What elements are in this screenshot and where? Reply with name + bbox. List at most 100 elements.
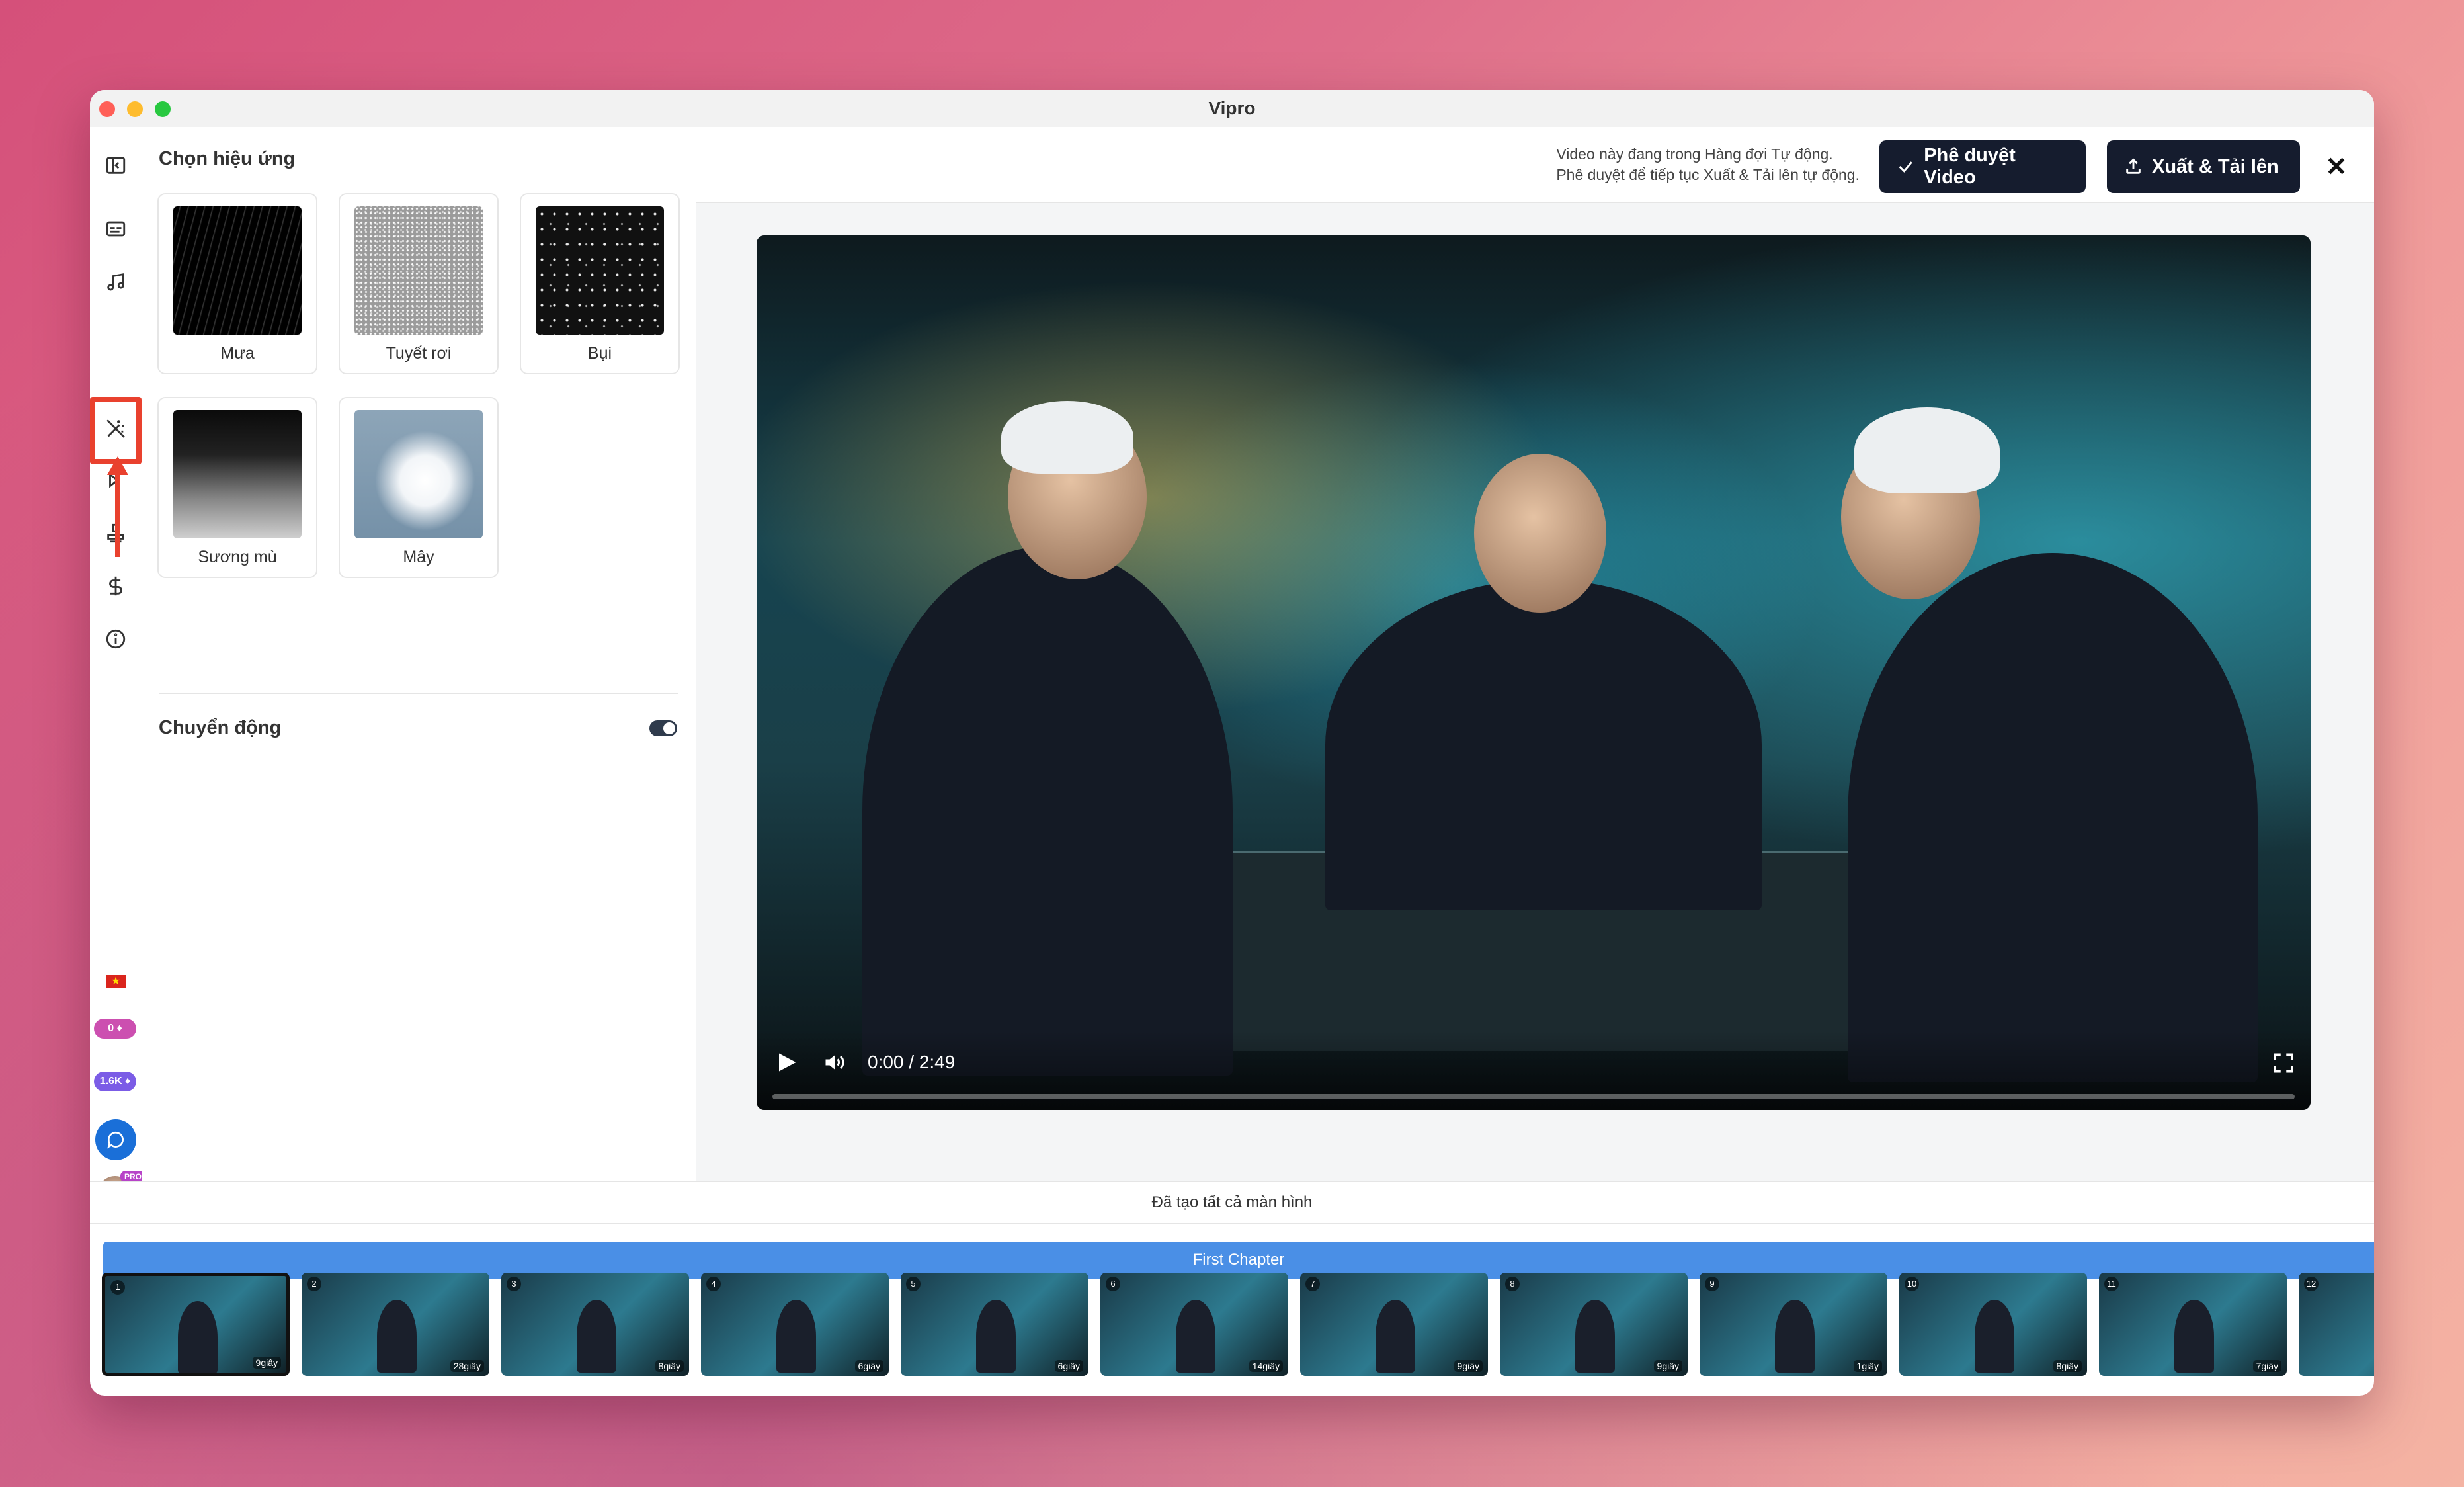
scene-number: 9 [1705,1277,1719,1291]
dollar-icon[interactable] [103,573,129,599]
gems-counter[interactable]: 0 ♦ [94,1019,136,1039]
video-head-center [1474,454,1606,613]
scene-duration: 28giây [450,1360,484,1372]
scene-figure [376,1299,417,1373]
scene-duration: 6giây [1054,1360,1083,1372]
annotation-arrow [115,466,120,557]
scene-figure [177,1300,218,1373]
scene-thumbnail[interactable]: 7 9giây [1300,1273,1488,1376]
scene-thumbnail[interactable]: 6 14giây [1100,1273,1288,1376]
scene-duration: 9giây [1653,1360,1682,1372]
scene-duration: 7giây [2252,1360,2281,1372]
scene-figure [576,1299,616,1373]
effect-card-cloud[interactable]: Mây [339,397,499,578]
scene-thumbnails: 1 9giây 2 28giây 3 8giây 4 6giây 5 6giây 6 14giây 7 9… [98,1269,2374,1381]
volume-icon[interactable] [821,1050,848,1074]
top-action-bar: Video này đang trong Hàng đợi Tự động. P… [696,127,2374,203]
panel-divider [159,693,678,694]
video-person-right [1848,553,2258,1082]
gems-count: 0 [108,1023,114,1034]
scene-duration: 8giây [2053,1360,2082,1372]
video-person-center [1325,579,1762,910]
scene-number: 12 [2304,1277,2319,1291]
scene-thumbnail[interactable]: 2 28giây [302,1273,489,1376]
scene-duration: 9giây [252,1357,281,1369]
effect-card-snow[interactable]: Tuyết rơi [339,193,499,374]
effect-card-dust[interactable]: Bụi [520,193,680,374]
effects-panel-title: Chọn hiệu ứng [159,148,296,169]
scene-duration: 9giây [1454,1360,1483,1372]
check-icon [1899,161,1912,173]
icon-rail: ★ 0 ♦ 1.6K ♦ PRO [90,127,146,1211]
credit-icon: ♦ [122,1076,131,1087]
scene-thumbnail[interactable]: 4 6giây [701,1273,889,1376]
rain-preview [173,206,302,335]
collapse-sidebar-icon[interactable] [103,152,129,179]
video-player[interactable]: 0:00 / 2:49 [757,235,2311,1110]
approve-video-button[interactable]: Phê duyệt Video [1879,140,2086,193]
effect-card-rain[interactable]: Mưa [157,193,317,374]
scene-number: 3 [507,1277,521,1291]
video-frame [757,235,2311,1110]
video-hair-right [1854,407,2000,493]
language-flag-icon[interactable]: ★ [106,975,126,988]
effect-label: Mây [403,548,434,566]
subtitles-icon[interactable] [103,216,129,242]
credits-count: 1.6K [99,1076,122,1087]
upload-icon [2126,158,2141,174]
scene-duration: 6giây [854,1360,883,1372]
window-title: Vipro [1208,98,1256,118]
scene-number: 5 [906,1277,921,1291]
scene-figure [1774,1299,1815,1373]
scene-thumbnail[interactable]: 1 9giây [102,1273,290,1376]
export-upload-button[interactable]: Xuất & Tải lên [2107,140,2300,193]
snow-preview [354,206,483,335]
scene-number: 2 [307,1277,321,1291]
close-icon[interactable] [2320,149,2353,183]
queue-notice: Video này đang trong Hàng đợi Tự động. P… [1556,144,1860,185]
scene-figure [1575,1299,1615,1373]
gem-icon: ♦ [114,1023,122,1034]
scene-number: 11 [2104,1277,2119,1291]
scene-thumbnail[interactable]: 10 8giây [1899,1273,2087,1376]
effect-label: Sương mù [198,548,277,566]
scene-thumbnail[interactable]: 5 6giây [901,1273,1088,1376]
player-controls: 0:00 / 2:49 [757,1031,2311,1110]
fullscreen-icon[interactable] [2272,1052,2295,1074]
music-icon[interactable] [103,269,129,295]
motion-toggle[interactable] [649,720,677,736]
scene-figure [1175,1299,1215,1373]
progress-bar[interactable] [772,1094,2295,1099]
chat-button[interactable] [95,1119,136,1160]
scene-figure [975,1299,1016,1373]
chat-icon [107,1131,124,1149]
motion-label: Chuyển động [159,717,282,738]
scene-thumbnail[interactable]: 12 [2299,1273,2374,1376]
status-bar: Đã tạo tất cả màn hình [90,1181,2374,1224]
scene-figure [776,1299,816,1373]
scene-thumbnail[interactable]: 8 9giây [1500,1273,1688,1376]
fog-preview [173,410,302,538]
credits-counter[interactable]: 1.6K ♦ [94,1072,136,1091]
toggle-knob [663,722,675,734]
main-area: Video này đang trong Hàng đợi Tự động. P… [696,127,2374,1181]
scene-thumbnail[interactable]: 3 8giây [501,1273,689,1376]
highlight-annotation-box [90,397,142,464]
effect-card-fog[interactable]: Sương mù [157,397,317,578]
scene-number: 4 [706,1277,721,1291]
scene-number: 7 [1305,1277,1320,1291]
scene-duration: 8giây [655,1360,684,1372]
cloud-preview [354,410,483,538]
scene-number: 10 [1905,1277,1919,1291]
play-icon[interactable] [775,1050,799,1074]
effect-label: Tuyết rơi [386,344,452,362]
video-person-left [862,546,1233,1076]
scene-thumbnail[interactable]: 9 1giây [1700,1273,1887,1376]
scene-number: 6 [1106,1277,1120,1291]
approve-video-label: Phê duyệt Video [1924,145,2016,188]
playback-time: 0:00 / 2:49 [868,1052,956,1072]
scene-thumbnail[interactable]: 11 7giây [2099,1273,2287,1376]
scene-number: 8 [1505,1277,1520,1291]
effect-label: Bụi [587,344,612,362]
info-icon[interactable] [103,626,129,652]
